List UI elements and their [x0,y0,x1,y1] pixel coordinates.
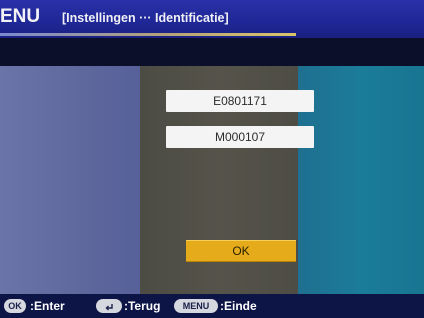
right-panel [298,66,424,294]
ok-button[interactable]: OK [186,240,296,262]
menu-key-badge: MENU [174,299,218,313]
identification-field-2[interactable]: M000107 [166,126,314,148]
back-legend-label: :Terug [124,299,161,313]
menu-title: ENU [0,6,41,27]
identification-field-1[interactable]: E0801171 [166,90,314,112]
footer-legend: OK :Enter :Terug MENU :Einde [0,294,424,318]
enter-legend-label: :Enter [30,299,65,313]
menu-header: ENU [Instellingen ··· Identificatie] [0,0,424,38]
ok-key-badge: OK [4,299,26,313]
breadcrumb: [Instellingen ··· Identificatie] [62,11,229,25]
return-arrow-icon [105,303,113,311]
tv-menu-screen: ENU [Instellingen ··· Identificatie] E08… [0,0,424,318]
header-accent-line [0,33,296,36]
return-arrow-icon [96,299,122,313]
sub-header-band [0,38,424,66]
left-panel [0,66,140,294]
exit-legend-label: :Einde [220,299,257,313]
